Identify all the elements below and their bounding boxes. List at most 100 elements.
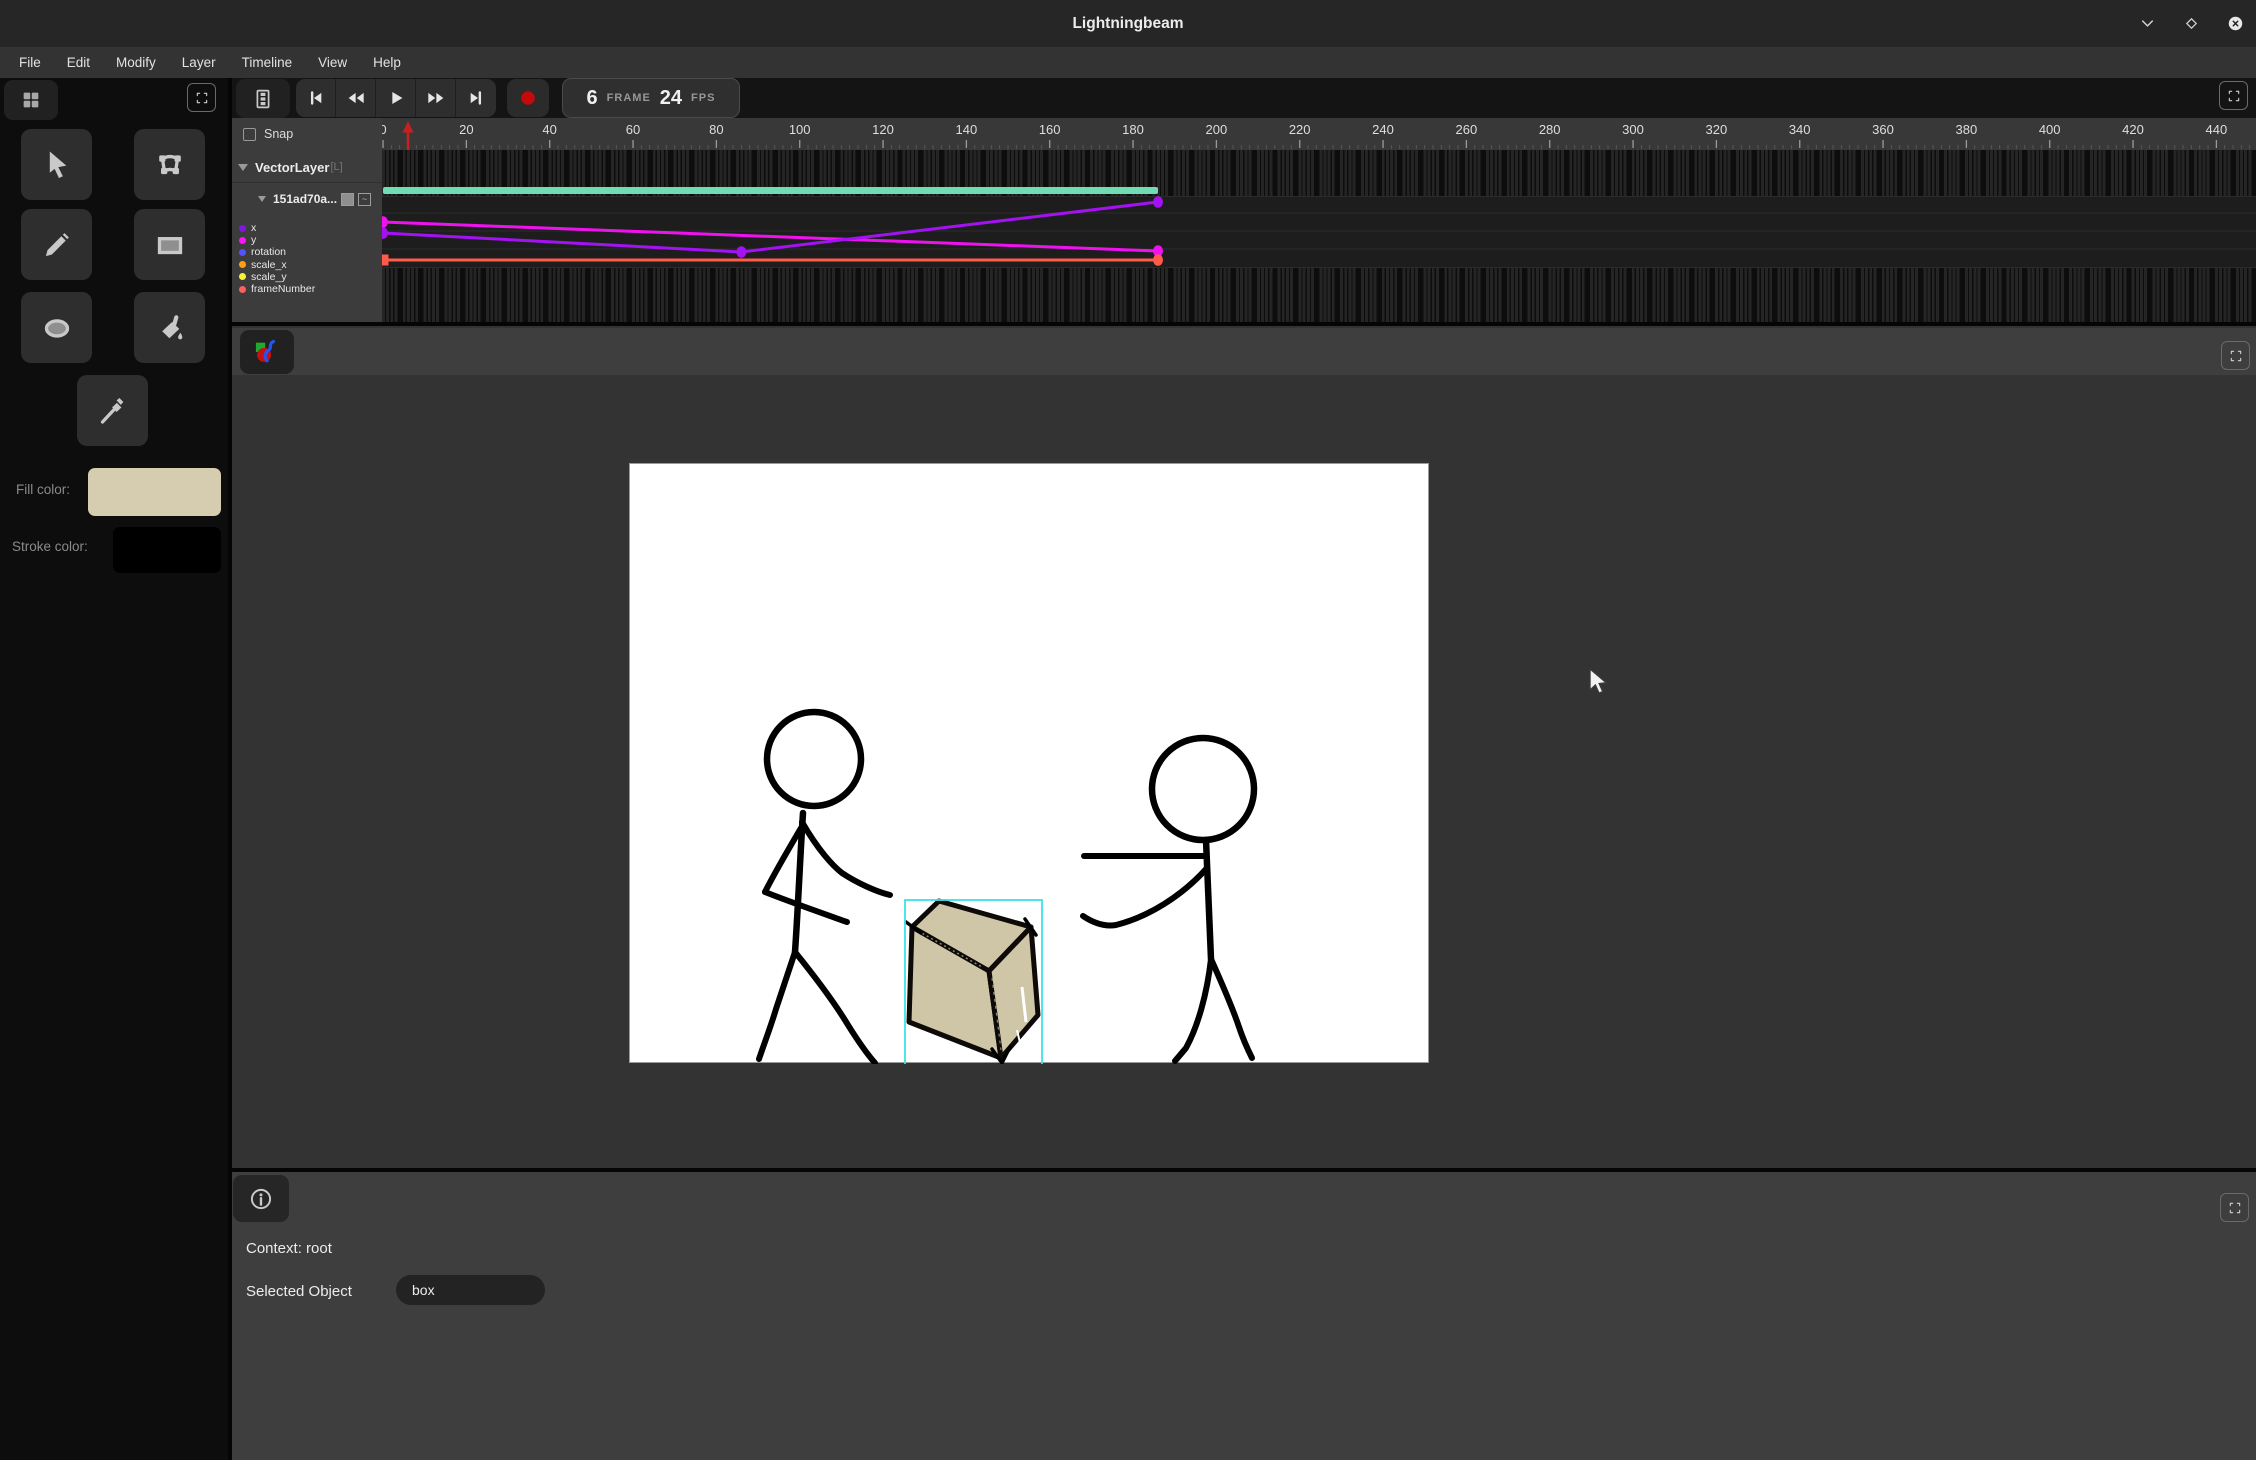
svg-text:420: 420	[2122, 122, 2144, 137]
svg-text:340: 340	[1789, 122, 1811, 137]
tool-select-button[interactable]	[21, 129, 92, 200]
context-label: Context: root	[246, 1240, 332, 1257]
layer-row-vectorlayer[interactable]: VectorLayer [L]	[232, 152, 382, 183]
svg-text:40: 40	[542, 122, 556, 137]
object-fill-toggle-button[interactable]	[341, 193, 354, 206]
canvas-tab-button[interactable]	[240, 330, 294, 374]
tool-eyedropper-button[interactable]	[77, 375, 148, 446]
selected-object-input[interactable]	[396, 1275, 545, 1305]
svg-text:220: 220	[1289, 122, 1311, 137]
layer-collapse-icon[interactable]	[238, 164, 248, 171]
timeline-track[interactable]	[382, 150, 2256, 322]
stage-drawing	[630, 464, 1430, 1064]
tool-paint-bucket-button[interactable]	[134, 292, 205, 363]
menu-view[interactable]: View	[305, 47, 360, 78]
svg-text:440: 440	[2205, 122, 2227, 137]
timeline-left-column: Snap VectorLayer [L] 151ad70a... ~ xyrot…	[232, 118, 382, 322]
object-row[interactable]: 151ad70a... ~	[232, 186, 382, 212]
property-color-dot	[239, 237, 246, 244]
inspector-expand-button[interactable]	[2220, 1193, 2249, 1222]
property-color-dot	[239, 286, 246, 293]
keyframe-x	[736, 246, 746, 258]
title-bar: Lightningbeam	[0, 0, 2256, 47]
timeline-tab-button[interactable]	[236, 79, 290, 118]
playhead	[403, 121, 414, 133]
skip-to-end-button[interactable]	[456, 79, 496, 117]
property-row-frameNumber[interactable]: frameNumber	[232, 283, 382, 295]
minimize-button[interactable]	[2134, 11, 2160, 37]
info-tab-button[interactable]	[233, 1175, 289, 1222]
property-row-x[interactable]: x	[232, 222, 382, 234]
frame-fps-display[interactable]: 6 FRAME 24 FPS	[562, 78, 740, 118]
stage[interactable]	[629, 463, 1429, 1063]
keyframe-y	[382, 216, 388, 228]
menu-bar: FileEditModifyLayerTimelineViewHelp	[0, 47, 2256, 78]
stroke-color-swatch[interactable]	[113, 527, 221, 573]
skip-to-start-button[interactable]	[296, 79, 336, 117]
property-list: xyrotationscale_xscale_yframeNumber	[232, 222, 382, 295]
tools-expand-button[interactable]	[187, 83, 216, 112]
keyframe-curves[interactable]	[382, 150, 2256, 322]
snap-checkbox[interactable]	[243, 128, 256, 141]
canvas-expand-button[interactable]	[2221, 341, 2250, 370]
menu-edit[interactable]: Edit	[54, 47, 103, 78]
object-curve-toggle-button[interactable]: ~	[358, 193, 371, 206]
keyframe-x	[382, 227, 388, 239]
curve-y	[383, 222, 1158, 251]
rewind-button[interactable]	[336, 79, 376, 117]
tool-ellipse-button[interactable]	[21, 292, 92, 363]
stroke-color-label: Stroke color:	[12, 539, 88, 554]
stick-figure-left	[759, 712, 890, 1063]
svg-text:380: 380	[1955, 122, 1977, 137]
tool-transform-button[interactable]	[134, 129, 205, 200]
svg-text:300: 300	[1622, 122, 1644, 137]
property-color-dot	[239, 249, 246, 256]
menu-timeline[interactable]: Timeline	[229, 47, 306, 78]
svg-text:140: 140	[955, 122, 977, 137]
selected-object-label: Selected Object	[246, 1283, 352, 1300]
tools-tab-button[interactable]	[4, 80, 58, 120]
property-label: scale_y	[251, 271, 287, 283]
layer-name: VectorLayer	[255, 160, 329, 175]
property-row-rotation[interactable]: rotation	[232, 246, 382, 258]
snap-label: Snap	[264, 127, 293, 141]
property-row-y[interactable]: y	[232, 234, 382, 246]
svg-text:20: 20	[459, 122, 473, 137]
property-row-scale_y[interactable]: scale_y	[232, 271, 382, 283]
property-label: x	[251, 222, 256, 234]
snap-row: Snap	[232, 118, 382, 150]
maximize-button[interactable]	[2178, 11, 2204, 37]
tool-panel: Fill color: Stroke color:	[0, 78, 228, 1460]
close-button[interactable]	[2222, 11, 2248, 37]
keyframe-frameNumber	[1153, 254, 1163, 266]
keyframe-frameNumber	[382, 255, 389, 266]
property-label: scale_x	[251, 259, 287, 271]
transport-controls	[296, 79, 496, 117]
mouse-cursor-icon	[1587, 668, 1611, 696]
fill-color-swatch[interactable]	[88, 468, 221, 516]
play-button[interactable]	[376, 79, 416, 117]
fps-number: 24	[660, 87, 682, 110]
menu-help[interactable]: Help	[360, 47, 414, 78]
fps-unit-label: FPS	[691, 92, 715, 104]
box-object[interactable]	[906, 901, 1038, 1063]
fast-forward-button[interactable]	[416, 79, 456, 117]
record-button[interactable]	[507, 79, 549, 117]
window-controls	[2134, 0, 2248, 47]
menu-modify[interactable]: Modify	[103, 47, 169, 78]
svg-text:100: 100	[789, 122, 811, 137]
property-row-scale_x[interactable]: scale_x	[232, 259, 382, 271]
object-collapse-icon[interactable]	[258, 196, 266, 202]
timeline-ruler[interactable]: 0204060801001201401601802002202402602803…	[382, 118, 2256, 150]
tool-pencil-button[interactable]	[21, 209, 92, 280]
svg-text:0: 0	[382, 122, 387, 137]
tool-rectangle-button[interactable]	[134, 209, 205, 280]
fill-color-label: Fill color:	[16, 482, 70, 497]
svg-text:240: 240	[1372, 122, 1394, 137]
menu-file[interactable]: File	[6, 47, 54, 78]
svg-text:400: 400	[2039, 122, 2061, 137]
timeline-expand-button[interactable]	[2219, 81, 2248, 110]
svg-text:60: 60	[626, 122, 640, 137]
svg-text:280: 280	[1539, 122, 1561, 137]
menu-layer[interactable]: Layer	[169, 47, 229, 78]
